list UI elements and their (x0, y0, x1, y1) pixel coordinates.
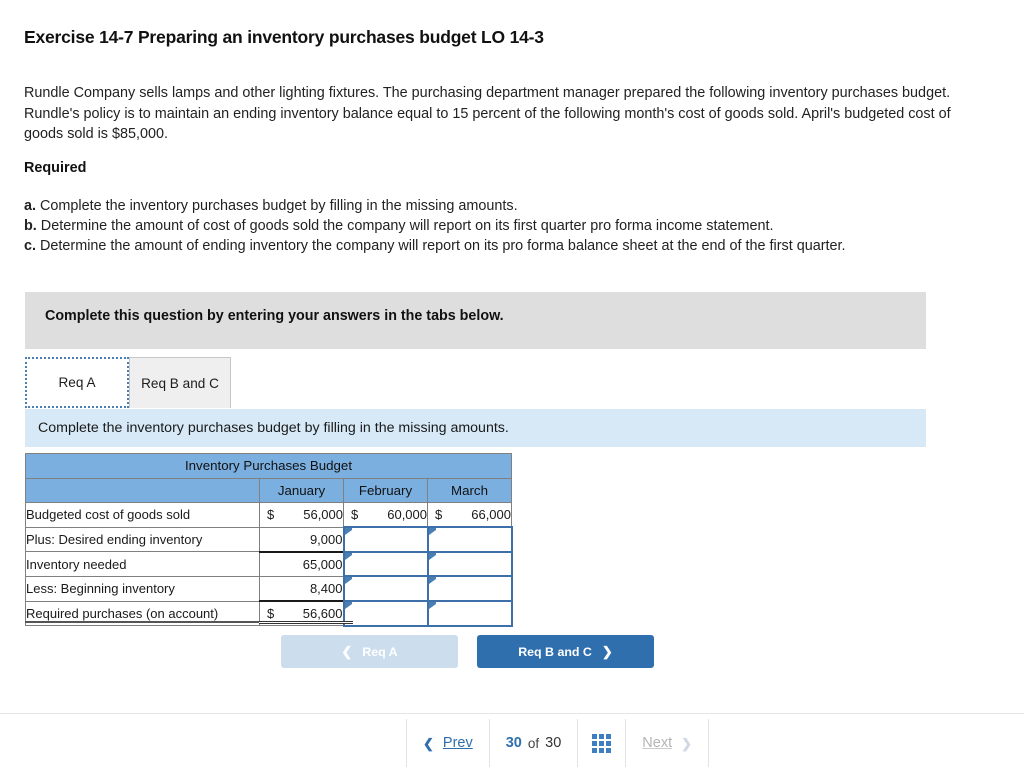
page-title: Exercise 14-7 Preparing an inventory pur… (24, 27, 544, 47)
table-header-row: January February March (25, 477, 512, 504)
tab-strip: Req A Req B and C (25, 357, 926, 409)
cell-flag-icon (428, 552, 436, 560)
input-required-purchases-february[interactable] (342, 600, 429, 627)
cell-flag-icon (344, 552, 352, 560)
tab-req-b-and-c[interactable]: Req B and C (129, 357, 231, 408)
table-bottom-rule (25, 621, 259, 623)
cell-value (429, 602, 511, 625)
next-req-label: Req B and C (518, 644, 592, 659)
cell-value: 9,000 (309, 531, 343, 547)
footer-pagination: ❮ Prev 30 of 30 Next ❯ (406, 719, 710, 767)
required-item-b: b. Determine the amount of cost of goods… (24, 216, 999, 236)
cell-budgeted-cogs-january: $ 56,000 (259, 502, 344, 528)
next-page-label: Next (642, 735, 673, 751)
next-page-button[interactable]: Next ❯ (626, 719, 710, 767)
chevron-right-icon: ❯ (601, 644, 613, 659)
cell-value (429, 577, 511, 600)
cell-value (345, 553, 427, 576)
required-item-a: a. Complete the inventory purchases budg… (24, 196, 999, 216)
tab-req-a-label: Req A (58, 375, 96, 390)
cell-flag-icon (428, 602, 436, 610)
required-item-c: c. Determine the amount of ending invent… (24, 236, 999, 256)
input-beginning-inventory-february[interactable] (342, 575, 429, 603)
cell-value (345, 528, 427, 551)
cell-inventory-needed-january: 65,000 (259, 550, 344, 577)
required-item-c-text: Determine the amount of ending inventory… (40, 238, 846, 255)
chevron-left-icon: ❮ (341, 644, 353, 659)
currency-symbol: $ (435, 507, 443, 523)
cell-flag-icon (344, 602, 352, 610)
cell-beginning-inventory-january: 8,400 (259, 575, 344, 602)
instruction-banner-text: Complete this question by entering your … (45, 308, 504, 324)
required-heading: Required (24, 160, 87, 176)
total-page-number: 30 (545, 735, 562, 751)
page-counter: 30 of 30 (490, 719, 579, 767)
next-req-button[interactable]: Req B and C ❯ (477, 635, 654, 668)
instruction-banner: Complete this question by entering your … (25, 292, 926, 349)
required-item-a-text: Complete the inventory purchases budget … (40, 198, 518, 214)
cell-value (429, 528, 511, 551)
cell-flag-icon (428, 528, 436, 536)
row-label-inventory-needed: Inventory needed (25, 551, 260, 577)
table-title: Inventory Purchases Budget (25, 453, 512, 479)
cell-value: 65,000 (302, 556, 343, 572)
currency-symbol: $ (351, 507, 359, 523)
question-body-text: Rundle Company sells lamps and other lig… (24, 85, 951, 142)
table-title-row: Inventory Purchases Budget (25, 453, 512, 479)
tab-req-a[interactable]: Req A (25, 357, 129, 408)
table-row: Less: Beginning inventory 8,400 (25, 575, 513, 603)
row-label-budgeted-cogs: Budgeted cost of goods sold (25, 502, 260, 528)
current-page-number: 30 (505, 735, 522, 751)
cell-value (345, 577, 427, 600)
column-header-january: January (259, 477, 344, 504)
column-header-blank (25, 477, 260, 504)
sub-instruction-bar: Complete the inventory purchases budget … (25, 409, 926, 447)
prev-page-label: Prev (442, 735, 473, 751)
currency-symbol: $ (267, 507, 275, 523)
chevron-right-icon: ❯ (681, 735, 693, 751)
cell-desired-ending-inventory-january: 9,000 (259, 526, 344, 553)
cell-value (429, 553, 511, 576)
chevron-left-icon: ❮ (423, 735, 434, 751)
cell-value: 8,400 (309, 581, 343, 597)
prev-req-button[interactable]: ❮ Req A (281, 635, 458, 668)
table-row: Budgeted cost of goods sold $ 56,000 $ 6… (25, 502, 512, 528)
cell-budgeted-cogs-march: $ 66,000 (427, 502, 512, 528)
column-header-march: March (427, 477, 512, 504)
input-inventory-needed-february[interactable] (342, 550, 429, 578)
row-label-desired-ending-inventory: Plus: Desired ending inventory (25, 526, 260, 553)
inventory-purchases-budget-table: Inventory Purchases Budget January Febru… (25, 453, 513, 627)
table-row: Inventory needed 65,000 (25, 550, 513, 578)
cell-flag-icon (344, 528, 352, 536)
sub-instruction-text: Complete the inventory purchases budget … (38, 420, 509, 436)
input-desired-ending-inventory-february[interactable] (342, 526, 429, 553)
required-items-list: a. Complete the inventory purchases budg… (24, 196, 999, 257)
grid-view-icon (592, 733, 612, 753)
table-row: Plus: Desired ending inventory 9,000 (25, 526, 513, 553)
row-label-beginning-inventory: Less: Beginning inventory (25, 575, 260, 602)
prev-page-button[interactable]: ❮ Prev (406, 719, 490, 767)
grid-view-button[interactable] (578, 719, 627, 767)
input-required-purchases-march[interactable] (426, 600, 513, 627)
required-item-c-letter: c. (24, 238, 37, 255)
column-header-february: February (343, 477, 428, 504)
table-total-double-rule (259, 621, 353, 624)
input-inventory-needed-march[interactable] (426, 550, 513, 578)
cell-budgeted-cogs-february: $ 60,000 (343, 502, 428, 528)
page-of-label: of (527, 735, 540, 751)
input-beginning-inventory-march[interactable] (426, 575, 513, 603)
cell-value (345, 602, 427, 625)
input-desired-ending-inventory-march[interactable] (426, 526, 513, 553)
required-item-b-text: Determine the amount of cost of goods so… (40, 218, 774, 235)
required-item-a-letter: a. (24, 198, 37, 214)
required-item-b-letter: b. (24, 218, 37, 235)
tab-req-b-and-c-label: Req B and C (141, 375, 219, 391)
cell-flag-icon (344, 577, 352, 585)
prev-req-label: Req A (362, 644, 398, 659)
footer-divider (0, 713, 1024, 714)
cell-flag-icon (428, 577, 436, 585)
